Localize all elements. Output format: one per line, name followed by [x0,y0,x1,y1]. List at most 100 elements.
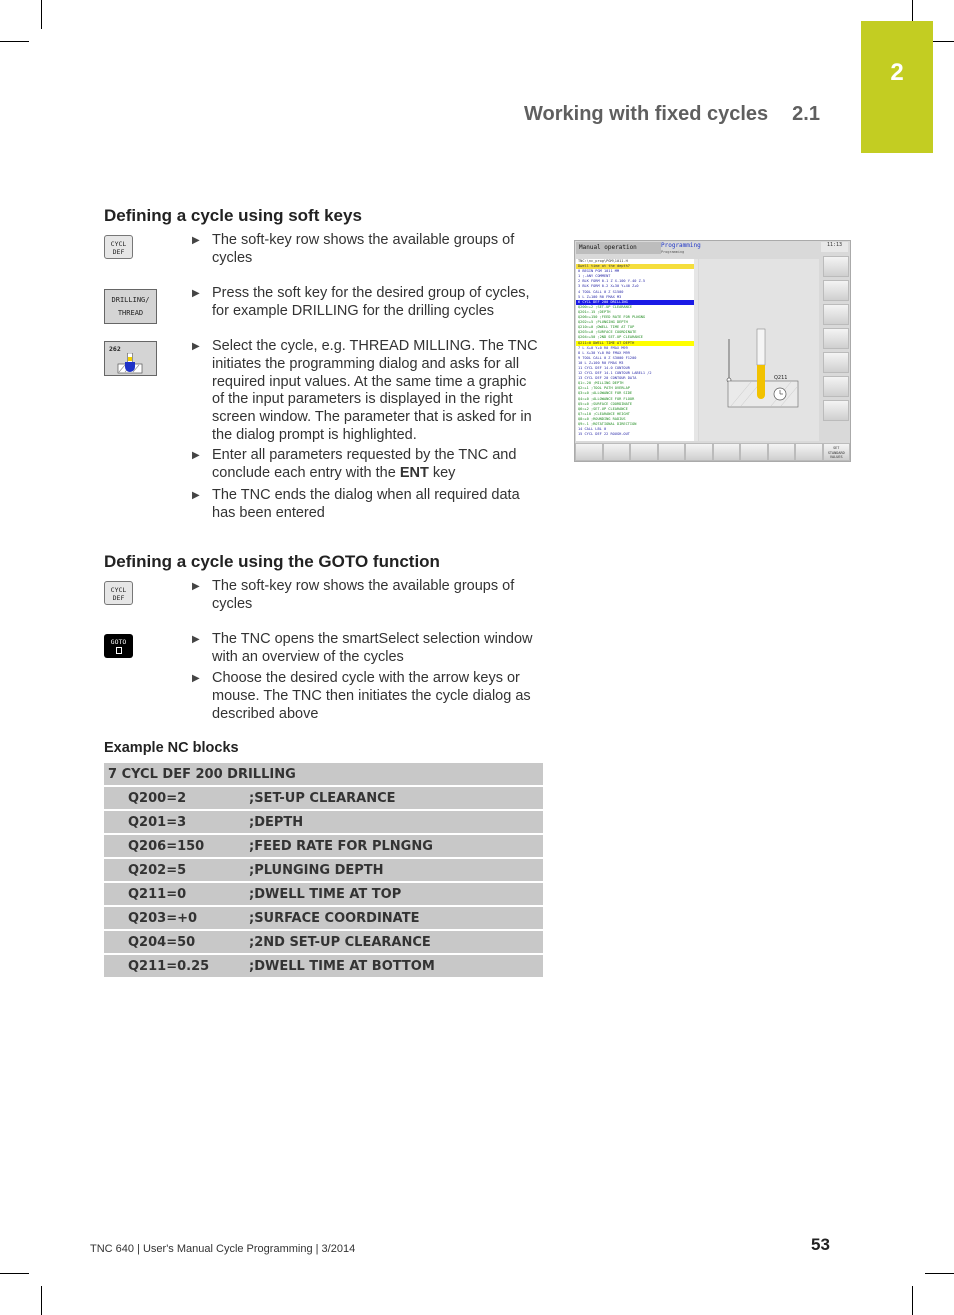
nc-param: Q202=5 [104,858,249,883]
table-header-row: 7 CYCL DEF 200 DRILLING [104,763,543,787]
tnc-softkey [657,443,685,461]
step-text: The TNC ends the dialog when all require… [212,487,520,521]
tnc-softkey [630,443,658,461]
tnc-softkey [823,256,849,277]
crop-mark [925,1273,954,1274]
key-label: DEF [112,248,125,256]
crop-mark [0,1273,29,1274]
table-row: Q211=0 ;DWELL TIME AT TOP [104,882,543,907]
nc-param: Q201=3 [104,810,249,835]
step-text: Press the soft key for the desired group… [212,285,530,319]
section-title-soft-keys: Defining a cycle using soft keys [104,206,362,225]
tnc-horizontal-softkeys: SET STANDARD VALUES [575,443,850,461]
cycl-def-key-icon: CYCL DEF [104,235,133,259]
tnc-softkey [823,328,849,349]
tnc-mode-label: Programming [661,242,701,249]
footer-text: TNC 640 | User's Manual Cycle Programmin… [90,1243,356,1255]
nc-param: Q211=0 [104,882,249,907]
step-text: The soft-key row shows the available gro… [212,232,515,266]
key-label: GOTO [110,638,127,646]
step-text-part: Enter all parameters requested by the TN… [212,447,517,481]
table-row: Q203=+0 ;SURFACE COORDINATE [104,906,543,931]
section-title-goto: Defining a cycle using the GOTO function [104,552,440,571]
tnc-softkey [740,443,768,461]
step-text: Select the cycle, e.g. THREAD MILLING. T… [212,338,538,443]
step-item: ▶ Select the cycle, e.g. THREAD MILLING.… [190,338,542,445]
step-text: The TNC opens the smartSelect selection … [212,631,533,665]
bullet-arrow-icon: ▶ [192,235,200,246]
step-text: The soft-key row shows the available gro… [212,578,515,612]
step-item: ▶ The soft-key row shows the available g… [190,232,542,268]
tnc-softkey-set-standard-values: SET STANDARD VALUES [822,443,850,461]
drilling-thread-softkey-icon: DRILLING/ THREAD [104,289,157,324]
nc-param: Q203=+0 [104,906,249,931]
tnc-mode-programming: Programming Programming [661,242,821,254]
key-label: CYCL [110,240,127,248]
cycle-262-softkey-icon: 262 [104,341,157,376]
nc-comment: ;SET-UP CLEARANCE [249,786,543,811]
softkey-label: VALUES [829,455,843,459]
nc-param: Q206=150 [104,834,249,859]
tnc-softkey [795,443,823,461]
step-item: ▶ The soft-key row shows the available g… [190,578,542,614]
tnc-softkey [823,400,849,421]
tnc-help-graphic: Q211 [699,259,819,441]
tnc-screen-screenshot: Manual operation Programming Programming… [574,240,851,462]
nc-comment: ;DEPTH [249,810,543,835]
tnc-program-lines: 0 BEGIN PGM 1011 MM 1 ;-ANY COMMENT 2 BLK … [576,269,694,437]
nc-comment: ;DWELL TIME AT BOTTOM [249,954,543,979]
table-row: Q202=5 ;PLUNGING DEPTH [104,858,543,883]
cycl-def-key-icon: CYCL DEF [104,581,133,605]
goto-square-icon [115,647,122,654]
nc-comment: ;DWELL TIME AT TOP [249,882,543,907]
step-item: ▶ Press the soft key for the desired gro… [190,285,542,321]
tnc-softkey [823,280,849,301]
table-row: Q204=50 ;2ND SET-UP CLEARANCE [104,930,543,955]
nc-comment: ;2ND SET-UP CLEARANCE [249,930,543,955]
tnc-softkey [602,443,630,461]
goto-key-icon: GOTO [104,634,133,658]
tnc-softkey [767,443,795,461]
nc-param: Q200=2 [104,786,249,811]
crop-mark [0,41,29,42]
tnc-vertical-softkeys [821,254,850,424]
nc-block-header: 7 CYCL DEF 200 DRILLING [104,763,543,787]
thread-mill-icon [117,353,143,374]
nc-param: Q204=50 [104,930,249,955]
tnc-program-line: 15 CYCL DEF 22 ROUGH-OUT [578,432,630,437]
tnc-softkey [685,443,713,461]
chapter-tab: 2 [861,21,933,153]
tnc-softkey [575,443,603,461]
graphic-label-q211: Q211 [774,375,787,381]
table-row: Q206=150 ;FEED RATE FOR PLNGNG [104,834,543,859]
key-label: CYCL [110,586,127,594]
tnc-softkey [823,376,849,397]
bullet-arrow-icon: ▶ [192,288,200,299]
key-label: 262 [109,345,121,353]
key-label: DRILLING/ [111,296,150,304]
step-item: ▶ Enter all parameters requested by the … [190,447,542,483]
ent-key-label: ENT [399,464,429,481]
page-number: 53 [811,1235,830,1254]
step-item: ▶ The TNC opens the smartSelect selectio… [190,631,542,667]
step-text: Choose the desired cycle with the arrow … [212,670,531,722]
crop-mark [41,0,42,29]
tnc-program-window: TNC:\nc_prog\PGM\1011.H Dwell time at th… [576,259,698,441]
bullet-arrow-icon: ▶ [192,490,200,501]
bullet-arrow-icon: ▶ [192,341,200,352]
section-number: 2.1 [792,103,820,125]
tnc-softkey [823,352,849,373]
tnc-softkey [712,443,740,461]
step-item: ▶ The TNC ends the dialog when all requi… [190,487,542,523]
tnc-mode-manual: Manual operation [576,242,661,254]
crop-mark [912,1286,913,1315]
chapter-number: 2 [890,59,904,86]
bullet-arrow-icon: ▶ [192,673,200,684]
step-item: ▶ Choose the desired cycle with the arro… [190,670,542,723]
nc-param: Q211=0.25 [104,954,249,979]
step-text: Enter all parameters requested by the TN… [212,447,542,483]
nc-comment: ;FEED RATE FOR PLNGNG [249,834,543,859]
key-label: THREAD [117,309,144,317]
nc-comment: ;SURFACE COORDINATE [249,906,543,931]
table-row: Q211=0.25 ;DWELL TIME AT BOTTOM [104,954,543,979]
